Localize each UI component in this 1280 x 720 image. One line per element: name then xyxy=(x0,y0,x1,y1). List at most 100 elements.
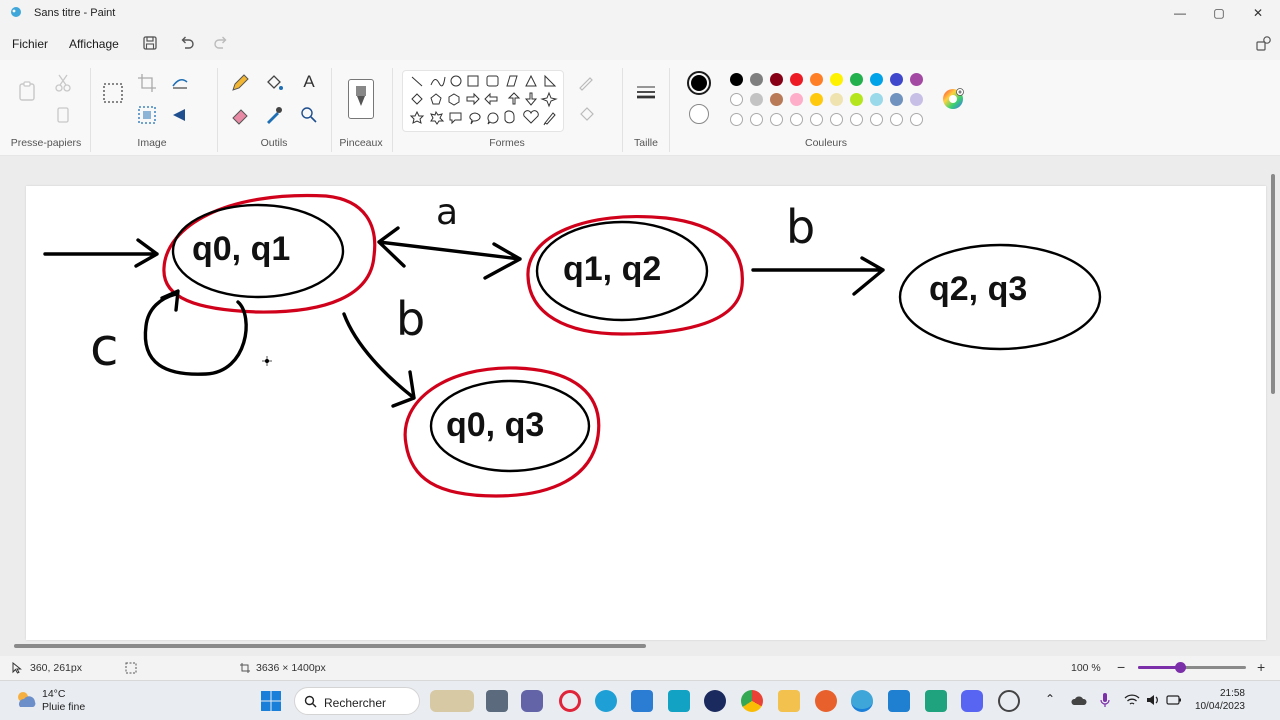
search-highlight-icon[interactable] xyxy=(430,690,474,712)
resize-icon[interactable] xyxy=(169,72,191,94)
redo-icon[interactable] xyxy=(212,34,230,52)
volume-icon[interactable] xyxy=(1145,693,1161,707)
drawing-canvas[interactable]: q0, q1 q1, q2 q2, q3 q0, q3 a b b c xyxy=(26,186,1266,640)
color-picker-icon[interactable] xyxy=(263,104,285,126)
vscode-icon[interactable] xyxy=(888,690,910,712)
shapes-gallery[interactable] xyxy=(402,70,564,132)
horizontal-scrollbar[interactable] xyxy=(14,644,646,648)
menu-affichage[interactable]: Affichage xyxy=(69,37,119,51)
clock-time[interactable]: 21:58 xyxy=(1195,688,1245,699)
palette-color-swatch[interactable] xyxy=(730,73,743,86)
select-icon[interactable] xyxy=(102,82,124,104)
crop-icon[interactable] xyxy=(136,72,158,94)
palette-color-swatch[interactable] xyxy=(770,93,783,106)
vpn-icon[interactable] xyxy=(704,690,726,712)
pencil-icon[interactable] xyxy=(229,72,251,94)
brush-selector[interactable] xyxy=(348,79,374,119)
palette-color-swatch[interactable] xyxy=(830,93,843,106)
primary-color[interactable] xyxy=(687,71,711,95)
palette-color-swatch[interactable] xyxy=(830,73,843,86)
outline-icon[interactable] xyxy=(576,72,598,94)
custom-color-slot[interactable] xyxy=(830,113,843,126)
custom-color-slot[interactable] xyxy=(910,113,923,126)
openai-icon[interactable] xyxy=(998,690,1020,712)
custom-color-slot[interactable] xyxy=(750,113,763,126)
onedrive-icon[interactable] xyxy=(1071,694,1087,706)
mail-icon[interactable] xyxy=(631,690,653,712)
palette-color-swatch[interactable] xyxy=(910,73,923,86)
magnifier-icon[interactable] xyxy=(298,104,320,126)
palette-color-swatch[interactable] xyxy=(810,93,823,106)
custom-color-slot[interactable] xyxy=(890,113,903,126)
canvas-workspace: q0, q1 q1, q2 q2, q3 q0, q3 a b b c xyxy=(0,156,1280,656)
stroke-size-icon[interactable] xyxy=(635,82,657,104)
cursor-position: 360, 261px xyxy=(30,662,82,674)
minimize-button[interactable]: — xyxy=(1160,0,1200,26)
zoom-in-button[interactable]: + xyxy=(1257,659,1265,675)
eraser-icon[interactable] xyxy=(229,104,251,126)
fill-icon[interactable] xyxy=(576,104,598,126)
custom-color-slot[interactable] xyxy=(730,113,743,126)
windows-start-icon[interactable] xyxy=(260,690,282,712)
tray-overflow-icon[interactable]: ⌃ xyxy=(1045,692,1055,706)
wifi-icon[interactable] xyxy=(1124,693,1140,707)
ribbon-separator xyxy=(90,68,91,152)
zoom-slider-thumb[interactable] xyxy=(1175,662,1186,673)
palette-color-swatch[interactable] xyxy=(790,73,803,86)
edge-icon[interactable] xyxy=(595,690,617,712)
chrome-icon[interactable] xyxy=(741,690,763,712)
paint-taskbar-icon[interactable] xyxy=(851,690,873,712)
palette-color-swatch[interactable] xyxy=(870,93,883,106)
custom-color-slot[interactable] xyxy=(870,113,883,126)
share-settings-icon[interactable] xyxy=(1255,34,1273,52)
paste-icon[interactable] xyxy=(16,80,38,102)
rotate-icon[interactable] xyxy=(169,104,191,126)
palette-color-swatch[interactable] xyxy=(910,93,923,106)
custom-color-slot[interactable] xyxy=(810,113,823,126)
palette-color-swatch[interactable] xyxy=(750,93,763,106)
file-explorer-icon[interactable] xyxy=(778,690,800,712)
palette-color-swatch[interactable] xyxy=(850,73,863,86)
discord-icon[interactable] xyxy=(961,690,983,712)
group-label-size: Taille xyxy=(634,137,658,149)
menu-fichier[interactable]: Fichier xyxy=(12,37,48,51)
palette-color-swatch[interactable] xyxy=(730,93,743,106)
custom-color-slot[interactable] xyxy=(770,113,783,126)
palette-color-swatch[interactable] xyxy=(790,93,803,106)
palette-color-swatch[interactable] xyxy=(890,93,903,106)
launcher-l-icon[interactable] xyxy=(668,690,690,712)
save-icon[interactable] xyxy=(141,34,159,52)
opera-icon[interactable] xyxy=(559,690,581,712)
battery-icon[interactable] xyxy=(1166,693,1182,707)
undo-icon[interactable] xyxy=(178,34,196,52)
palette-color-swatch[interactable] xyxy=(810,73,823,86)
custom-color-slot[interactable] xyxy=(850,113,863,126)
teams-chat-icon[interactable] xyxy=(521,690,543,712)
vertical-scrollbar[interactable] xyxy=(1271,174,1275,394)
palette-color-swatch[interactable] xyxy=(770,73,783,86)
copy-icon[interactable] xyxy=(52,104,74,126)
edit-colors-icon[interactable] xyxy=(942,88,964,110)
zoom-slider-track[interactable] xyxy=(1138,662,1246,673)
cut-icon[interactable] xyxy=(52,72,74,94)
palette-color-swatch[interactable] xyxy=(750,73,763,86)
microphone-icon[interactable] xyxy=(1100,692,1110,708)
image-select-icon[interactable] xyxy=(136,104,158,126)
secondary-color[interactable] xyxy=(689,104,709,124)
firefox-icon[interactable] xyxy=(815,690,837,712)
maximize-button[interactable]: ▢ xyxy=(1199,0,1239,26)
fill-bucket-icon[interactable] xyxy=(263,72,285,94)
taskbar-search[interactable]: Rechercher xyxy=(294,687,420,715)
paint-app-icon xyxy=(11,7,21,17)
weather-icon[interactable] xyxy=(14,689,38,711)
palette-color-swatch[interactable] xyxy=(870,73,883,86)
notepad-icon[interactable] xyxy=(925,690,947,712)
task-view-icon[interactable] xyxy=(486,690,508,712)
custom-color-slot[interactable] xyxy=(790,113,803,126)
close-button[interactable]: ✕ xyxy=(1238,0,1278,26)
clock-date[interactable]: 10/04/2023 xyxy=(1185,701,1245,712)
palette-color-swatch[interactable] xyxy=(890,73,903,86)
text-tool-icon[interactable]: A xyxy=(298,72,320,94)
palette-color-swatch[interactable] xyxy=(850,93,863,106)
zoom-out-button[interactable]: − xyxy=(1117,659,1125,675)
